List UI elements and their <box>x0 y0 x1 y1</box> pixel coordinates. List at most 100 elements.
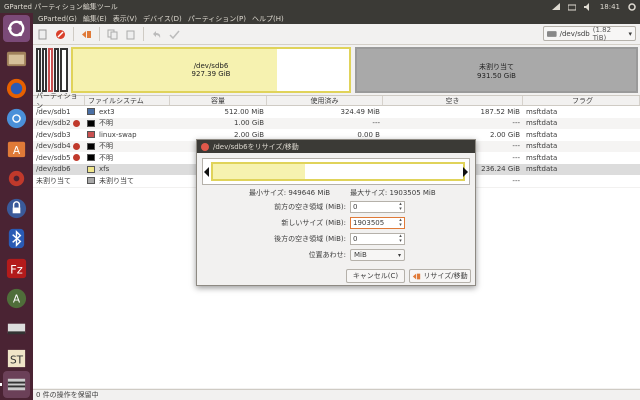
gear-icon[interactable] <box>628 2 636 11</box>
spinner-arrows-icon[interactable]: ▴ ▾ <box>397 218 404 228</box>
close-icon[interactable] <box>201 142 209 151</box>
network-icon[interactable] <box>551 2 560 11</box>
table-row[interactable]: /dev/sdb1 ext3 512.00 MiB 324.49 MiB 187.52 … <box>33 106 640 118</box>
column-header-filesystem[interactable]: ファイルシステム <box>85 96 170 105</box>
spinner-arrows-icon[interactable]: ▴ ▾ <box>397 202 404 212</box>
ubuntu-logo-icon <box>7 20 25 37</box>
free-before-spinner[interactable]: 0 ▴ ▾ <box>350 201 405 213</box>
volume-icon[interactable] <box>583 2 592 11</box>
svg-text:A: A <box>13 293 21 305</box>
text-editor-icon: ST <box>7 349 26 368</box>
undo-button[interactable] <box>151 29 162 40</box>
gparted-launcher[interactable] <box>3 371 30 398</box>
partition-segment-sdb1[interactable] <box>36 48 41 92</box>
gparted-icon <box>7 378 26 391</box>
resize-partition-bar[interactable] <box>211 162 465 181</box>
table-header: パーティション ファイルシステム 容量 使用済み 空き フラグ <box>33 92 640 110</box>
column-header-flags[interactable]: フラグ <box>523 96 640 105</box>
chevron-down-icon: ▾ <box>397 252 401 259</box>
dash-button[interactable] <box>3 15 30 42</box>
menu-help[interactable]: ヘルプ(H) <box>249 14 287 24</box>
archive-launcher[interactable]: A <box>3 285 30 312</box>
column-header-used[interactable]: 使用済み <box>267 96 383 105</box>
filesystem-name: xfs <box>99 165 110 174</box>
device-selector[interactable]: /dev/sdb (1.82 TiB) ▾ <box>543 26 636 42</box>
cell-free: 187.52 MiB <box>480 107 520 116</box>
indicator-area: 18:41 <box>551 0 636 13</box>
left-resize-handle[interactable] <box>204 167 209 177</box>
cell-size: 1.00 GiB <box>234 119 264 128</box>
software-center-launcher[interactable]: A <box>3 135 30 162</box>
warning-icon <box>72 119 80 127</box>
paste-icon <box>126 30 135 39</box>
cancel-button[interactable]: キャンセル(C) <box>346 269 405 283</box>
warning-icon <box>72 154 80 162</box>
partition-segment-unallocated[interactable]: 未割り当て 931.50 GiB <box>355 47 638 93</box>
segment-name: 未割り当て <box>479 63 514 71</box>
vpn-launcher[interactable] <box>3 195 30 222</box>
partition-name: /dev/sdb1 <box>36 107 71 116</box>
files-launcher[interactable] <box>3 45 30 72</box>
cell-flags: msftdata <box>526 130 558 139</box>
cell-filesystem: linux-swap <box>85 131 170 139</box>
free-before-row: 前方の空き領域 (MiB): 0 ▴ ▾ <box>237 201 447 213</box>
new-button[interactable] <box>37 29 48 40</box>
partition-segment-sdb3[interactable] <box>48 48 53 92</box>
table-row[interactable]: /dev/sdb2 不明 1.00 GiB --- --- msftdata <box>33 117 640 129</box>
apply-button[interactable] <box>169 29 180 40</box>
right-resize-handle[interactable] <box>463 167 468 177</box>
archive-icon: A <box>6 288 27 309</box>
dialog-titlebar: /dev/sdb6をリサイズ/移動 <box>197 140 475 153</box>
menu-gparted[interactable]: GParted(G) <box>35 15 80 23</box>
new-partition-icon <box>38 29 47 39</box>
firefox-icon <box>6 78 27 99</box>
cell-partition: /dev/sdb6 <box>33 165 85 173</box>
partition-segment-sdb5[interactable] <box>60 48 68 92</box>
keyboard-icon[interactable] <box>567 3 576 11</box>
svg-text:A: A <box>13 145 21 157</box>
text-editor-launcher[interactable]: ST <box>3 345 30 372</box>
column-header-partition[interactable]: パーティション <box>33 92 85 110</box>
scanner-launcher[interactable] <box>3 315 30 342</box>
delete-button[interactable] <box>55 29 66 40</box>
filesystem-name: linux-swap <box>99 130 137 139</box>
settings-launcher[interactable] <box>3 165 30 192</box>
cell-partition: /dev/sdb2 <box>33 119 85 127</box>
spinner-arrows-icon[interactable]: ▴ ▾ <box>397 234 404 244</box>
filesystem-color-swatch <box>87 108 95 116</box>
partition-segment-sdb4[interactable] <box>54 48 59 92</box>
cell-partition: 未割り当て <box>33 176 85 186</box>
free-after-spinner[interactable]: 0 ▴ ▾ <box>350 233 405 245</box>
free-after-value: 0 <box>353 235 358 243</box>
clock[interactable]: 18:41 <box>600 3 620 11</box>
menu-edit[interactable]: 編集(E) <box>80 14 110 24</box>
copy-button[interactable] <box>107 29 118 40</box>
paste-button[interactable] <box>125 29 136 40</box>
cell-flags: msftdata <box>526 107 558 116</box>
cell-filesystem: 未割り当て <box>85 176 170 186</box>
new-size-spinner[interactable]: 1903505 ▴ ▾ <box>350 217 405 229</box>
filezilla-launcher[interactable]: Fz <box>3 255 30 282</box>
menu-device[interactable]: デバイス(D) <box>140 14 185 24</box>
menu-partition[interactable]: パーティション(P) <box>185 14 249 24</box>
resize-button-label: リサイズ/移動 <box>423 272 468 280</box>
bluetooth-launcher[interactable] <box>3 225 30 252</box>
segment-size: 927.39 GiB <box>191 70 231 78</box>
menu-view[interactable]: 表示(V) <box>110 14 140 24</box>
filesystem-name: 不明 <box>99 153 113 162</box>
cell-partition: /dev/sdb4 <box>33 142 85 150</box>
filezilla-icon: Fz <box>6 258 27 279</box>
resize-move-button[interactable]: リサイズ/移動 <box>409 269 471 283</box>
resize-move-button[interactable] <box>81 29 92 40</box>
column-header-free[interactable]: 空き <box>383 96 523 105</box>
cell-filesystem: 不明 <box>85 118 170 128</box>
firefox-launcher[interactable] <box>3 75 30 102</box>
scanner-icon <box>7 323 26 335</box>
filesystem-color-swatch <box>87 142 95 150</box>
align-select[interactable]: MiB ▾ <box>350 249 405 261</box>
partition-segment-sdb2[interactable] <box>42 48 47 92</box>
partition-segment-sdb6[interactable]: /dev/sdb6 927.39 GiB <box>71 47 351 93</box>
column-header-size[interactable]: 容量 <box>170 96 267 105</box>
free-after-row: 後方の空き領域 (MiB): 0 ▴ ▾ <box>237 233 447 245</box>
chromium-launcher[interactable] <box>3 105 30 132</box>
